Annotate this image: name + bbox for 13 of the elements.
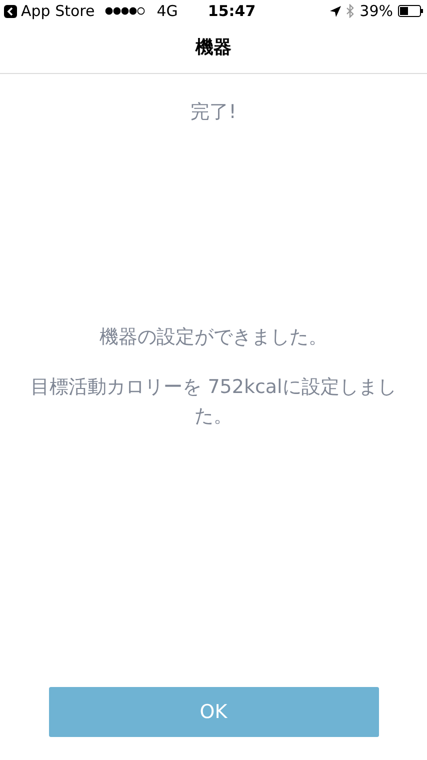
battery-icon	[398, 5, 423, 17]
nav-title: 機器	[196, 36, 232, 60]
location-icon	[330, 6, 341, 16]
time-label: 15:47	[208, 0, 256, 22]
signal-icon	[104, 7, 145, 15]
message-text: 機器の設定ができました。	[100, 324, 328, 350]
back-app-link[interactable]: App Store	[21, 0, 95, 22]
completion-heading: 完了!	[190, 100, 236, 125]
bluetooth-icon	[346, 4, 355, 18]
back-icon[interactable]	[4, 4, 17, 18]
message-text: 目標活動カロリーを 752kcalに設定しました。	[30, 374, 398, 428]
network-label: 4G	[156, 0, 178, 22]
battery-label: 39%	[360, 0, 393, 22]
